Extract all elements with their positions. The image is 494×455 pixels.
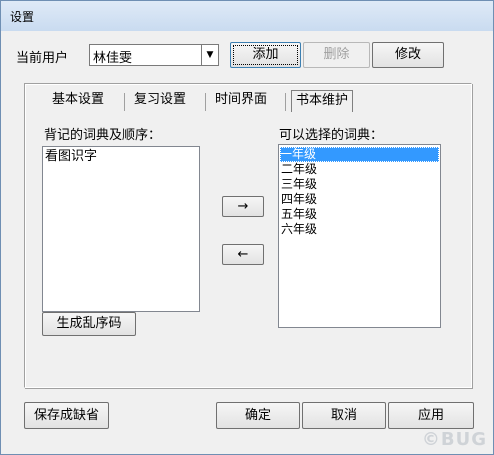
settings-window: 设置 当前用户 林佳雯 ▼ 添加 删除 修改 基本设置 复习设置 时间界面 书本…: [0, 0, 494, 455]
list-item[interactable]: 一年级: [280, 147, 439, 162]
window-title: 设置: [10, 10, 35, 24]
current-user-dropdown[interactable]: 林佳雯 ▼: [89, 44, 219, 66]
list-item[interactable]: 看图识字: [45, 149, 97, 164]
tab-separator: [205, 93, 206, 111]
current-user-value: 林佳雯: [93, 51, 133, 66]
available-dictionaries-list[interactable]: 一年级 二年级 三年级 四年级 五年级 六年级: [278, 144, 441, 328]
current-user-label: 当前用户: [16, 51, 69, 66]
cancel-button[interactable]: 取消: [302, 402, 386, 429]
list-item[interactable]: 二年级: [281, 162, 317, 177]
chevron-down-icon[interactable]: ▼: [201, 45, 218, 65]
move-left-button[interactable]: ←: [222, 244, 264, 265]
save-as-default-button[interactable]: 保存成缺省: [24, 402, 109, 429]
watermark-logo: ©BUG: [421, 429, 487, 450]
add-button[interactable]: 添加: [230, 42, 301, 68]
list-item[interactable]: 三年级: [281, 177, 317, 192]
tab-review-settings[interactable]: 复习设置: [130, 90, 190, 112]
generate-shuffle-code-button[interactable]: 生成乱序码: [42, 312, 136, 336]
tab-separator: [124, 93, 125, 111]
title-bar[interactable]: 设置: [1, 1, 493, 31]
tab-basic-settings[interactable]: 基本设置: [48, 90, 108, 112]
arrow-right-icon: →: [237, 199, 249, 214]
edit-button[interactable]: 修改: [372, 42, 444, 68]
list-item[interactable]: 六年级: [281, 222, 317, 237]
tab-time-interface[interactable]: 时间界面: [211, 90, 271, 112]
memorized-dictionaries-label: 背记的词典及顺序：: [44, 128, 162, 143]
arrow-left-icon: ←: [237, 247, 249, 262]
tab-book-maintenance[interactable]: 书本维护: [291, 90, 354, 112]
available-dictionaries-label: 可以选择的词典：: [279, 128, 384, 143]
tab-separator: [285, 93, 286, 111]
apply-button[interactable]: 应用: [388, 402, 474, 429]
move-right-button[interactable]: →: [222, 196, 264, 217]
delete-button[interactable]: 删除: [303, 42, 370, 68]
list-item[interactable]: 四年级: [281, 192, 317, 207]
list-item[interactable]: 五年级: [281, 207, 317, 222]
ok-button[interactable]: 确定: [216, 402, 300, 429]
memorized-dictionaries-list[interactable]: 看图识字: [42, 146, 200, 312]
